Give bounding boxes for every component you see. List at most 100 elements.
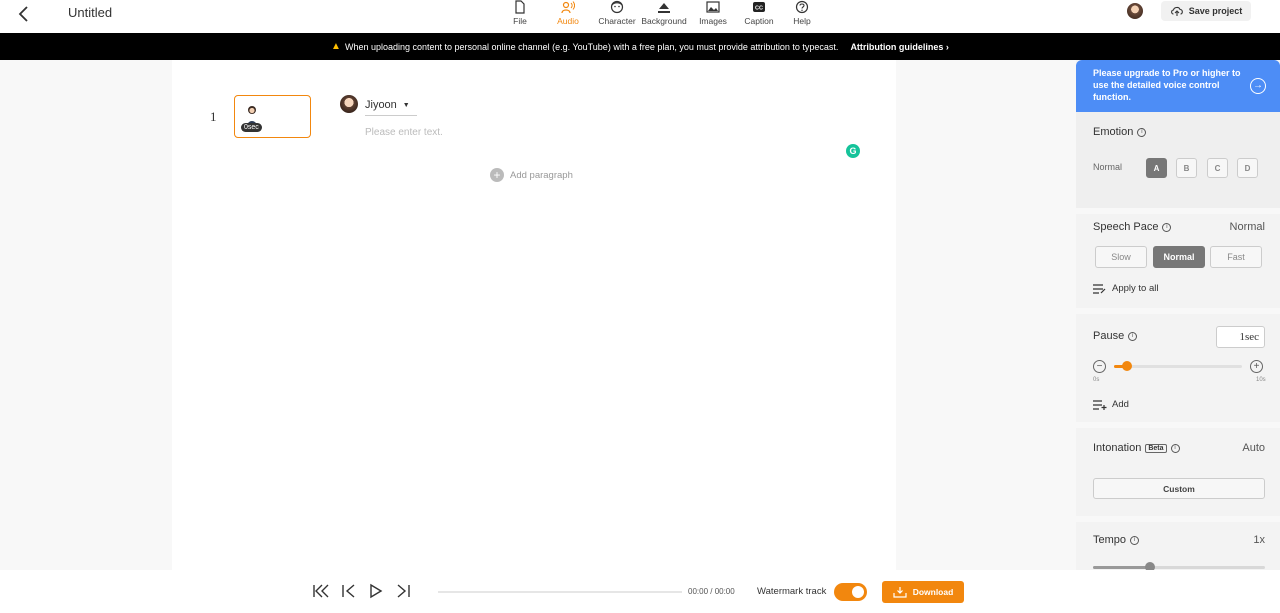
pause-min-label: 0s (1093, 377, 1100, 383)
upgrade-banner[interactable]: Please upgrade to Pro or higher to use t… (1076, 60, 1280, 112)
menu-file-label: File (513, 16, 527, 26)
back-arrow-icon[interactable] (14, 4, 34, 24)
menu-help[interactable]: Help (782, 0, 822, 33)
menu-help-label: Help (793, 16, 811, 26)
info-icon[interactable]: i (1162, 222, 1172, 232)
info-icon[interactable]: i (1130, 535, 1140, 545)
info-icon[interactable]: i (1170, 443, 1180, 453)
pause-decrease-icon[interactable]: − (1093, 360, 1106, 373)
menu-audio[interactable]: Audio (540, 0, 596, 33)
menu-audio-label: Audio (557, 16, 579, 26)
scene-thumbnail[interactable]: 0sec (234, 95, 311, 138)
character-icon (610, 0, 624, 14)
file-icon (515, 0, 525, 14)
emotion-label: Emotion (1093, 126, 1134, 138)
tempo-value: 1x (1253, 534, 1265, 546)
cloud-upload-icon (1170, 6, 1183, 16)
tempo-label: Tempo (1093, 534, 1127, 546)
download-button[interactable]: Download (882, 581, 964, 603)
intonation-value: Auto (1242, 442, 1265, 454)
menu-file[interactable]: File (500, 0, 540, 33)
speaker-avatar[interactable] (340, 95, 358, 113)
left-gutter (0, 60, 172, 570)
speaker-underline (365, 115, 417, 116)
info-icon[interactable]: i (1128, 331, 1138, 341)
speaker-name: Jiyoon (365, 99, 397, 111)
user-avatar[interactable] (1127, 3, 1143, 19)
emotion-option-d[interactable]: D (1237, 158, 1258, 178)
apply-to-all-button[interactable]: Apply to all (1093, 283, 1158, 294)
tempo-title: Tempo i (1093, 534, 1140, 546)
main-menu: File Audio Character Background Images C… (500, 0, 822, 33)
menu-caption[interactable]: CC Caption (736, 0, 782, 33)
emotion-title: Emotion i (1093, 126, 1147, 138)
svg-text:CC: CC (755, 6, 763, 12)
divider (1076, 422, 1280, 428)
emotion-option-c[interactable]: C (1207, 158, 1228, 178)
add-paragraph-button[interactable]: + Add paragraph (490, 168, 573, 182)
skip-to-start-icon[interactable] (312, 582, 330, 600)
paragraph-number: 1 (210, 109, 217, 124)
speech-pace-label: Speech Pace (1093, 221, 1159, 233)
previous-icon[interactable] (340, 582, 358, 600)
pause-max-label: 10s (1256, 377, 1266, 383)
add-list-icon (1093, 399, 1107, 410)
intonation-title: Intonation Beta i (1093, 442, 1180, 454)
playback-progress[interactable] (438, 591, 682, 593)
play-icon[interactable] (367, 582, 385, 600)
paragraph-text-input[interactable] (365, 124, 835, 140)
background-icon (658, 3, 670, 13)
speech-pace-value: Normal (1229, 221, 1265, 233)
apply-to-all-label: Apply to all (1112, 283, 1159, 294)
emotion-option-b[interactable]: B (1176, 158, 1197, 178)
beta-badge: Beta (1145, 443, 1167, 453)
pace-normal-button[interactable]: Normal (1153, 246, 1205, 268)
speaker-select[interactable]: Jiyoon ▼ (365, 99, 410, 111)
download-icon (893, 587, 907, 598)
speech-pace-title: Speech Pace i (1093, 221, 1172, 233)
add-pause-button[interactable]: Add (1093, 399, 1129, 410)
notice-text: When uploading content to personal onlin… (344, 41, 839, 52)
tempo-slider-fill (1093, 566, 1150, 569)
pace-fast-button[interactable]: Fast (1210, 246, 1262, 268)
next-icon[interactable] (394, 582, 412, 600)
watermark-toggle[interactable] (834, 583, 867, 601)
right-gutter (896, 60, 1076, 570)
voice-control-panel: Please upgrade to Pro or higher to use t… (1076, 60, 1280, 570)
grammarly-icon[interactable]: G (846, 144, 860, 158)
pause-increase-icon[interactable]: + (1250, 360, 1263, 373)
tempo-slider-knob[interactable] (1144, 562, 1155, 570)
intonation-label: Intonation (1093, 442, 1142, 454)
add-paragraph-label: Add paragraph (510, 169, 573, 181)
divider (1076, 208, 1280, 214)
emotion-option-a[interactable]: A (1146, 158, 1167, 178)
document-title[interactable]: Untitled (68, 5, 112, 20)
pause-duration-input[interactable] (1216, 326, 1265, 348)
menu-images[interactable]: Images (690, 0, 736, 33)
attribution-guidelines-link[interactable]: Attribution guidelines › (850, 42, 949, 52)
menu-character[interactable]: Character (596, 0, 638, 33)
upgrade-text: Please upgrade to Pro or higher to use t… (1093, 68, 1241, 103)
menu-background[interactable]: Background (638, 0, 690, 33)
divider (1076, 308, 1280, 314)
attribution-notice: ▲ When uploading content to personal onl… (0, 33, 1280, 60)
pause-title: Pause i (1093, 330, 1138, 342)
save-project-button[interactable]: Save project (1161, 1, 1251, 21)
download-label: Download (912, 587, 954, 597)
help-icon (795, 0, 809, 14)
pace-slow-button[interactable]: Slow (1095, 246, 1147, 268)
caret-down-icon: ▼ (402, 101, 410, 109)
intonation-custom-button[interactable]: Custom (1093, 478, 1265, 499)
playback-time: 00:00 / 00:00 (688, 587, 735, 596)
info-icon[interactable]: i (1137, 127, 1147, 137)
pause-slider-knob[interactable] (1121, 361, 1132, 371)
apply-list-icon (1093, 283, 1106, 294)
toggle-knob (852, 586, 864, 598)
menu-background-label: Background (641, 16, 687, 26)
pause-slider-track[interactable] (1114, 365, 1242, 368)
plus-circle-icon: + (490, 168, 504, 182)
arrow-right-circle-icon: → (1250, 78, 1266, 94)
images-icon (706, 1, 720, 13)
save-project-label: Save project (1188, 6, 1243, 16)
menu-images-label: Images (699, 16, 727, 26)
